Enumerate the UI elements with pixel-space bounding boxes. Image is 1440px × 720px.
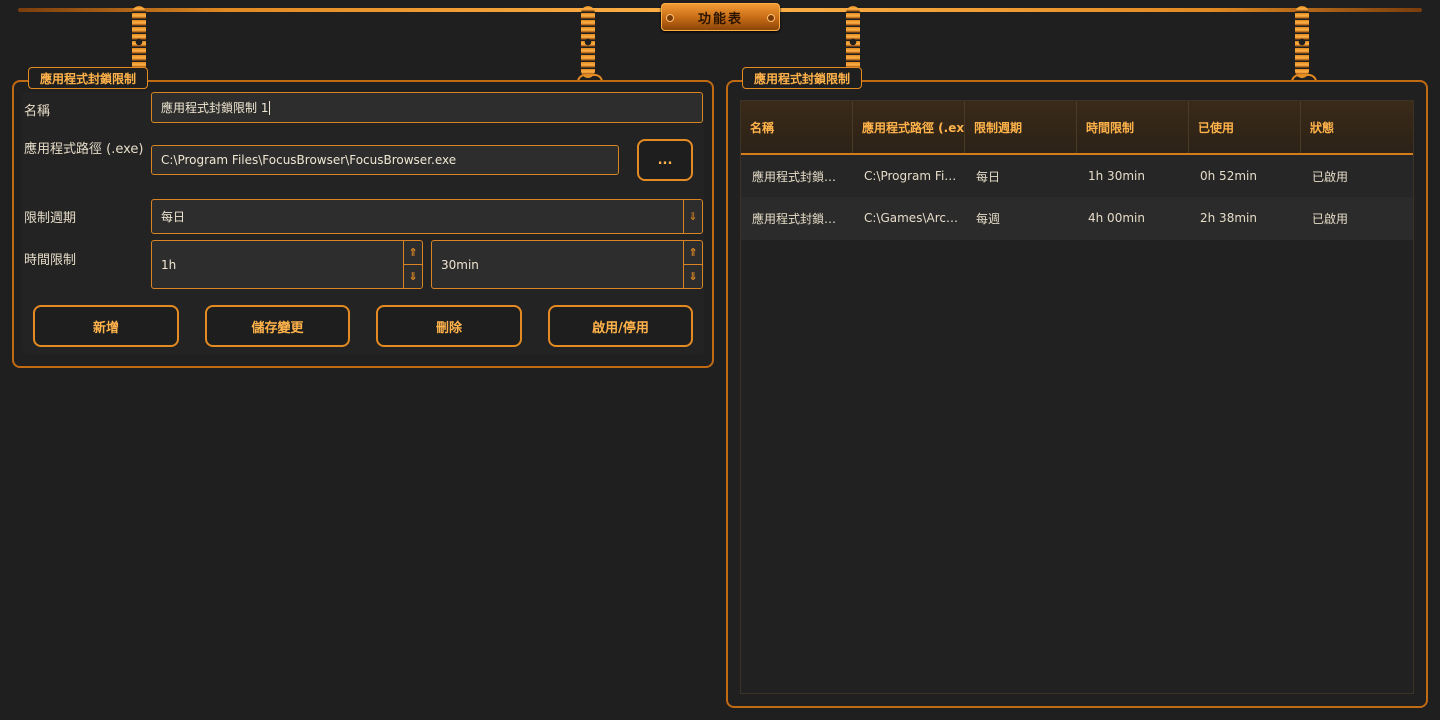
- column-header-name[interactable]: 名稱: [741, 101, 853, 153]
- name-label: 名稱: [24, 104, 51, 119]
- name-input[interactable]: 應用程式封鎖限制 1: [151, 92, 703, 123]
- column-header-period[interactable]: 限制週期: [965, 101, 1077, 153]
- limits-table: 名稱 應用程式路徑 (.ex 限制週期 時間限制 已使用 狀態 應用程式封鎖限制…: [740, 100, 1414, 694]
- arrow-up-icon[interactable]: ⇑: [684, 241, 702, 264]
- time-label: 時間限制: [24, 253, 77, 268]
- cell-used: 2h 38min: [1200, 211, 1257, 225]
- cell-limit: 4h 00min: [1088, 211, 1145, 225]
- hours-value: 1h: [161, 257, 177, 272]
- cell-used: 0h 52min: [1200, 169, 1257, 183]
- chevron-down-icon[interactable]: ⇓: [683, 200, 702, 233]
- add-button[interactable]: 新增: [33, 305, 179, 347]
- rivet-icon: [767, 14, 775, 22]
- arrow-up-icon[interactable]: ⇑: [404, 241, 422, 264]
- toggle-button[interactable]: 啟用/停用: [548, 305, 693, 347]
- chain-decoration: [581, 6, 595, 78]
- period-label: 限制週期: [24, 211, 77, 226]
- list-panel-title: 應用程式封鎖限制: [742, 67, 863, 89]
- cell-period: 每週: [976, 211, 1001, 226]
- cell-name: 應用程式封鎖限制 1: [752, 169, 847, 184]
- browse-button[interactable]: ...: [637, 139, 693, 181]
- path-label: 應用程式路徑 (.exe): [24, 142, 144, 157]
- cell-status: 已啟用: [1312, 169, 1349, 184]
- path-input-value: C:\Program Files\FocusBrowser\FocusBrows…: [161, 153, 457, 167]
- arrow-down-icon[interactable]: ⇓: [684, 264, 702, 288]
- menu-title: 功能表: [697, 11, 743, 27]
- column-header-path[interactable]: 應用程式路徑 (.ex: [853, 101, 965, 153]
- minutes-value: 30min: [441, 257, 479, 272]
- minutes-spinbox[interactable]: 30min ⇑ ⇓: [431, 240, 703, 289]
- save-button[interactable]: 儲存變更: [205, 305, 350, 347]
- table-row[interactable]: 應用程式封鎖限制 2 C:\Games\Arcade\Arcade.exe 每週…: [741, 197, 1413, 240]
- path-input[interactable]: C:\Program Files\FocusBrowser\FocusBrows…: [151, 145, 619, 175]
- table-row[interactable]: 應用程式封鎖限制 1 C:\Program Files\FocusBrowser…: [741, 155, 1413, 198]
- form-panel-title: 應用程式封鎖限制: [28, 67, 149, 89]
- hours-spin-controls: ⇑ ⇓: [403, 241, 422, 288]
- period-select-value: 每日: [161, 210, 186, 224]
- chain-decoration: [1295, 6, 1309, 78]
- minutes-spin-controls: ⇑ ⇓: [683, 241, 702, 288]
- column-header-limit[interactable]: 時間限制: [1077, 101, 1189, 153]
- name-input-value: 應用程式封鎖限制 1: [161, 101, 269, 115]
- rivet-icon: [666, 14, 674, 22]
- column-header-status[interactable]: 狀態: [1301, 101, 1413, 153]
- hours-spinbox[interactable]: 1h ⇑ ⇓: [151, 240, 423, 289]
- column-header-used[interactable]: 已使用: [1189, 101, 1301, 153]
- arrow-down-icon[interactable]: ⇓: [404, 264, 422, 288]
- cell-limit: 1h 30min: [1088, 169, 1145, 183]
- delete-button[interactable]: 刪除: [376, 305, 522, 347]
- period-select[interactable]: 每日 ⇓: [151, 199, 703, 234]
- table-header: 名稱 應用程式路徑 (.ex 限制週期 時間限制 已使用 狀態: [741, 101, 1413, 155]
- cell-path: C:\Games\Arcade\Arcade.exe: [864, 211, 959, 225]
- text-caret: [269, 100, 271, 115]
- menu-button[interactable]: 功能表: [661, 3, 780, 31]
- cell-period: 每日: [976, 169, 1001, 184]
- cell-name: 應用程式封鎖限制 2: [752, 211, 847, 226]
- cell-status: 已啟用: [1312, 211, 1349, 226]
- cell-path: C:\Program Files\FocusBrowser\FocusBrows…: [864, 169, 959, 183]
